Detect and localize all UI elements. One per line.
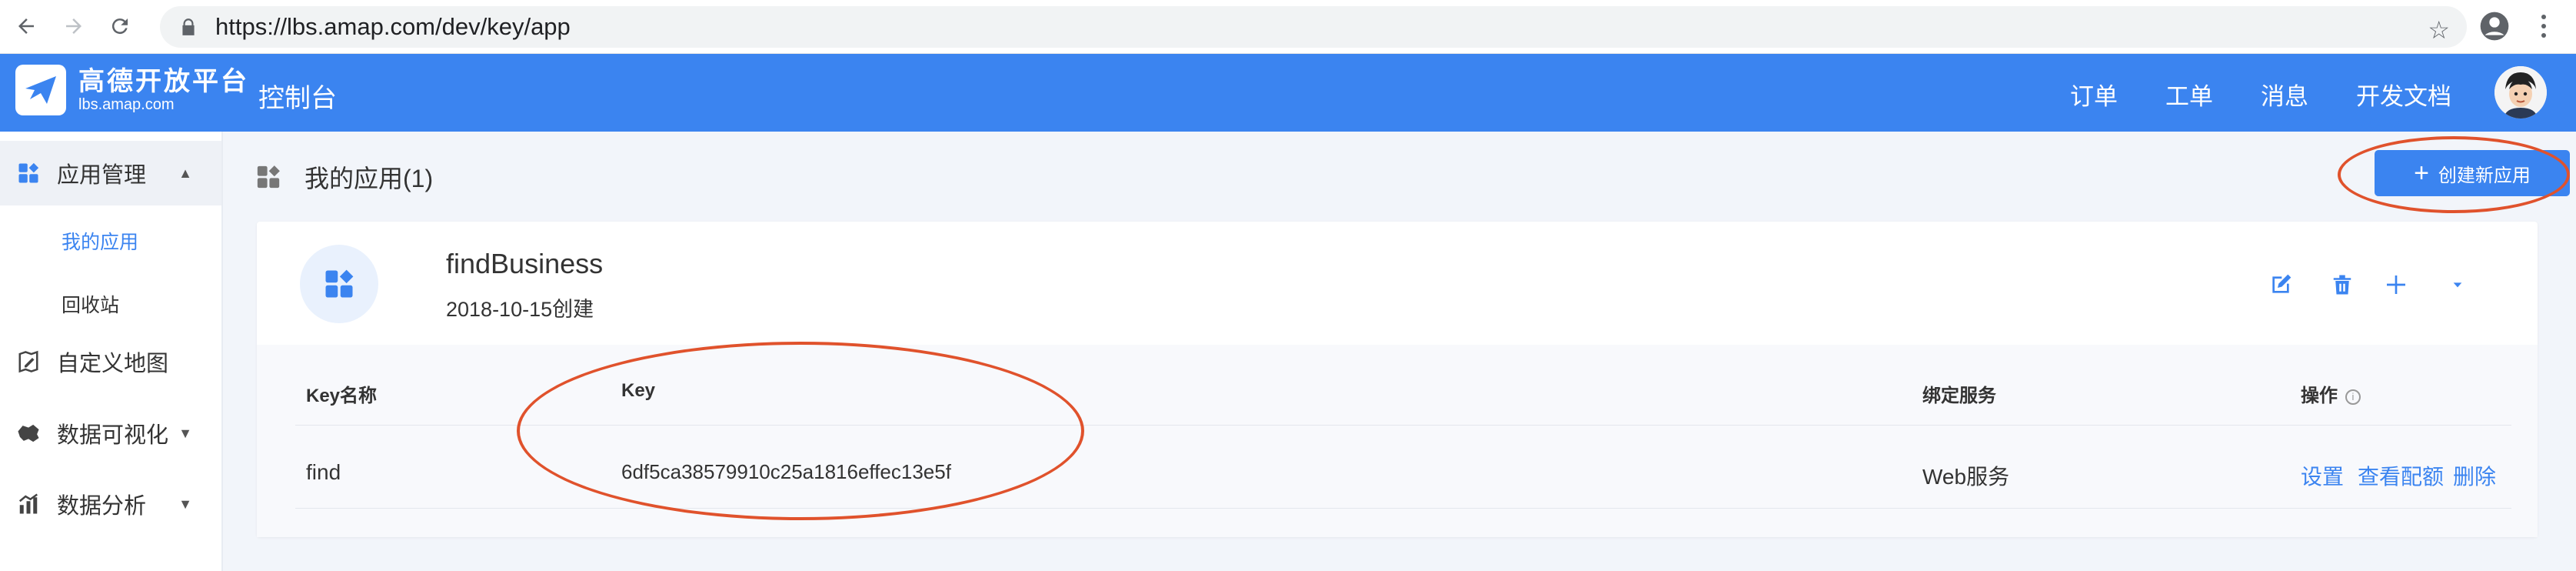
bar-chart-icon xyxy=(15,491,42,517)
add-icon[interactable] xyxy=(2381,269,2411,300)
col-header-operations: 操作 i xyxy=(2301,380,2361,407)
sidebar-item-data-analysis[interactable]: 数据分析 ▼ xyxy=(0,472,221,536)
sidebar-item-my-apps[interactable]: 我的应用 xyxy=(62,227,138,255)
sidebar-item-custom-map[interactable]: 自定义地图 xyxy=(0,329,221,394)
paper-plane-icon xyxy=(15,65,66,115)
top-header: 高德开放平台 lbs.amap.com 控制台 订单 工单 消息 开发文档 xyxy=(0,54,2576,132)
nav-docs[interactable]: 开发文档 xyxy=(2356,77,2451,112)
sidebar: 应用管理 ▲ 我的应用 回收站 自定义地图 数据可视化 ▼ 数据分析 ▼ xyxy=(0,132,223,571)
plus-icon: + xyxy=(2414,159,2429,188)
nav-orders[interactable]: 订单 xyxy=(2070,77,2118,112)
view-quota-link[interactable]: 查看配额 xyxy=(2358,460,2444,491)
lock-icon xyxy=(182,18,195,35)
col-header-key-name: Key名称 xyxy=(306,386,378,406)
row-divider xyxy=(295,425,2511,426)
cell-service: Web服务 xyxy=(1922,465,2010,489)
console-link[interactable]: 控制台 xyxy=(258,77,337,115)
page-title: 我的应用(1) xyxy=(305,165,434,192)
caret-up-icon: ▲ xyxy=(178,165,192,181)
logo-domain: lbs.amap.com xyxy=(78,96,175,113)
delete-link[interactable]: 删除 xyxy=(2453,460,2496,491)
nav-messages[interactable]: 消息 xyxy=(2261,77,2308,112)
create-app-button[interactable]: + 创建新应用 xyxy=(2375,150,2570,196)
browser-toolbar: https://lbs.amap.com/dev/key/app ☆ xyxy=(0,0,2576,54)
avatar[interactable] xyxy=(2494,66,2547,119)
sidebar-item-recycle-bin[interactable]: 回收站 xyxy=(62,290,119,318)
caret-down-icon: ▼ xyxy=(178,496,192,512)
app-card: findBusiness 2018-10-15创建 Key名称 Key 绑定服务… xyxy=(257,222,2538,537)
trash-icon[interactable] xyxy=(2327,269,2358,300)
sidebar-label: 自定义地图 xyxy=(57,352,169,376)
browser-menu-icon[interactable] xyxy=(2530,11,2558,42)
page-header: 我的应用(1) xyxy=(255,159,433,195)
url-text: https://lbs.amap.com/dev/key/app xyxy=(215,13,571,40)
cell-key-name: find xyxy=(306,460,341,484)
nav-tickets[interactable]: 工单 xyxy=(2165,77,2213,112)
logo-name: 高德开放平台 xyxy=(78,67,249,96)
back-icon[interactable] xyxy=(11,11,42,42)
forward-icon[interactable] xyxy=(58,11,89,42)
info-icon[interactable]: i xyxy=(2345,389,2361,405)
apps-grid-icon xyxy=(257,165,280,189)
col-header-key: Key xyxy=(621,380,656,401)
col-header-operations-label: 操作 xyxy=(2301,386,2338,406)
dropdown-caret-icon[interactable] xyxy=(2442,269,2473,300)
cell-key: 6df5ca38579910c25a1816effec13e5f xyxy=(621,460,951,483)
apps-grid-icon xyxy=(15,160,42,186)
create-app-label: 创建新应用 xyxy=(2438,165,2531,186)
app-created-date: 2018-10-15创建 xyxy=(446,298,594,321)
col-header-service: 绑定服务 xyxy=(1922,386,1996,406)
caret-down-icon: ▼ xyxy=(178,425,192,441)
reload-icon[interactable] xyxy=(105,11,135,42)
edit-icon[interactable] xyxy=(2265,269,2296,300)
sidebar-label: 数据可视化 xyxy=(57,423,169,448)
sidebar-item-app-management[interactable]: 应用管理 ▲ xyxy=(0,141,221,205)
key-table: Key名称 Key 绑定服务 操作 i find 6df5ca38579910c2… xyxy=(257,345,2538,537)
app-icon xyxy=(300,245,378,323)
sidebar-item-data-viz[interactable]: 数据可视化 ▼ xyxy=(0,401,221,466)
address-bar[interactable]: https://lbs.amap.com/dev/key/app ☆ xyxy=(160,6,2467,48)
app-name: findBusiness xyxy=(446,248,604,279)
sidebar-label: 数据分析 xyxy=(57,494,147,519)
row-divider xyxy=(295,508,2511,509)
china-map-icon xyxy=(15,420,42,446)
main-content: 我的应用(1) + 创建新应用 findBusiness 2018-10-15创… xyxy=(223,132,2576,571)
map-edit-icon xyxy=(15,349,42,375)
sidebar-label: 应用管理 xyxy=(57,163,147,188)
amap-logo[interactable]: 高德开放平台 lbs.amap.com xyxy=(15,65,249,115)
browser-profile-icon[interactable] xyxy=(2479,11,2510,42)
settings-link[interactable]: 设置 xyxy=(2301,460,2344,491)
bookmark-star-icon[interactable]: ☆ xyxy=(2428,15,2450,45)
